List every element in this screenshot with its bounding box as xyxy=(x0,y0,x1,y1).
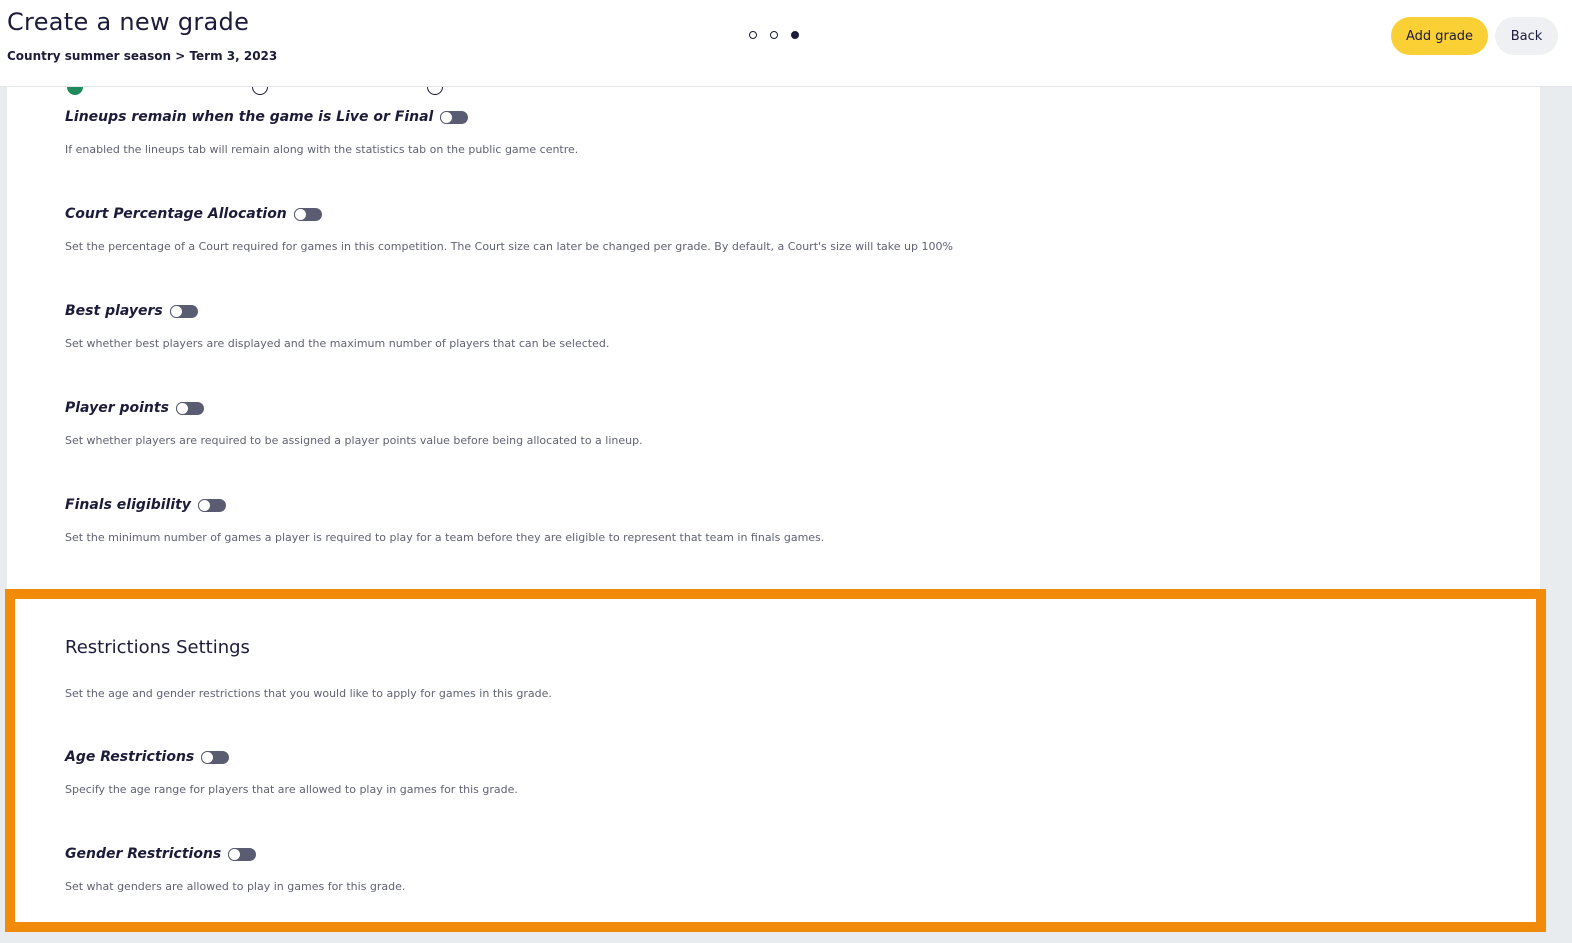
setting-court-percentage: Court Percentage Allocation Set the perc… xyxy=(65,204,953,253)
setting-best-players: Best players Set whether best players ar… xyxy=(65,301,609,350)
setting-age-restrictions: Age Restrictions Specify the age range f… xyxy=(65,747,518,796)
setting-description: Set the percentage of a Court required f… xyxy=(65,240,953,253)
finals-eligibility-toggle[interactable] xyxy=(197,498,226,512)
lineups-remain-toggle[interactable] xyxy=(440,110,469,124)
toggle-knob xyxy=(197,498,211,512)
restrictions-section-highlight: Restrictions Settings Set the age and ge… xyxy=(5,589,1546,932)
setting-title: Finals eligibility xyxy=(65,497,191,513)
setting-gender-restrictions: Gender Restrictions Set what genders are… xyxy=(65,844,405,893)
setting-title: Best players xyxy=(65,303,163,319)
setting-title: Age Restrictions xyxy=(65,749,195,765)
top-bar: Create a new grade Country summer season… xyxy=(0,0,1572,87)
step-1-dot[interactable] xyxy=(749,31,757,39)
toggle-knob xyxy=(293,207,307,221)
toggle-knob xyxy=(169,304,183,318)
settings-card: Lineups remain when the game is Live or … xyxy=(7,87,1540,589)
setting-title: Player points xyxy=(65,400,169,416)
setting-description: Set what genders are allowed to play in … xyxy=(65,880,406,893)
setting-description: Set whether players are required to be a… xyxy=(65,434,643,447)
page-title: Create a new grade xyxy=(7,8,250,36)
toggle-knob xyxy=(175,401,189,415)
radio-option-selected[interactable] xyxy=(67,87,83,95)
best-players-toggle[interactable] xyxy=(169,304,198,318)
age-restrictions-toggle[interactable] xyxy=(201,750,230,764)
step-3-dot[interactable] xyxy=(791,31,799,39)
setting-description: If enabled the lineups tab will remain a… xyxy=(65,143,579,156)
add-grade-button[interactable]: Add grade xyxy=(1391,17,1488,55)
gender-restrictions-toggle[interactable] xyxy=(228,847,257,861)
toggle-knob xyxy=(201,750,215,764)
toggle-knob xyxy=(228,847,242,861)
setting-title: Lineups remain when the game is Live or … xyxy=(65,109,434,125)
setting-title: Gender Restrictions xyxy=(65,846,222,862)
back-button[interactable]: Back xyxy=(1495,17,1558,55)
step-indicator xyxy=(749,31,799,41)
setting-description: Set whether best players are displayed a… xyxy=(65,337,610,350)
player-points-toggle[interactable] xyxy=(175,401,204,415)
setting-title: Court Percentage Allocation xyxy=(65,206,287,222)
setting-player-points: Player points Set whether players are re… xyxy=(65,398,643,447)
radio-option[interactable] xyxy=(427,87,443,95)
section-title: Restrictions Settings xyxy=(65,637,250,658)
step-2-dot[interactable] xyxy=(770,31,778,39)
section-description: Set the age and gender restrictions that… xyxy=(65,687,552,700)
setting-description: Set the minimum number of games a player… xyxy=(65,531,825,544)
setting-finals-eligibility: Finals eligibility Set the minimum numbe… xyxy=(65,495,824,544)
court-percentage-toggle[interactable] xyxy=(293,207,322,221)
setting-lineups-remain: Lineups remain when the game is Live or … xyxy=(65,107,578,156)
toggle-knob xyxy=(440,110,454,124)
radio-option[interactable] xyxy=(252,87,268,95)
breadcrumb[interactable]: Country summer season > Term 3, 2023 xyxy=(7,49,277,63)
setting-description: Specify the age range for players that a… xyxy=(65,783,518,796)
